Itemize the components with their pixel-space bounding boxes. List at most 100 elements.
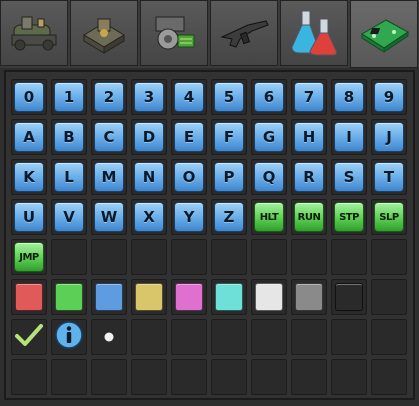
slot[interactable]: A [11,119,47,155]
slot[interactable]: JMP [11,239,47,275]
signal-letter-y[interactable]: Y [174,202,204,232]
signal-color-white[interactable] [255,283,283,311]
tab-intermediate[interactable] [140,0,208,66]
slot[interactable]: O [171,159,207,195]
slot[interactable]: X [131,199,167,235]
slot[interactable]: STP [331,199,367,235]
signal-letter-e[interactable]: E [174,122,204,152]
slot[interactable]: 7 [291,79,327,115]
dot-icon[interactable] [103,328,115,347]
signal-letter-d[interactable]: D [134,122,164,152]
slot[interactable] [11,279,47,315]
signal-letter-o[interactable]: O [174,162,204,192]
tab-logistics[interactable] [0,0,68,66]
slot[interactable] [171,279,207,315]
signal-letter-g[interactable]: G [254,122,284,152]
signal-letter-q[interactable]: Q [254,162,284,192]
slot[interactable]: 3 [131,79,167,115]
slot[interactable] [211,279,247,315]
slot[interactable] [131,279,167,315]
signal-command-stp[interactable]: STP [334,202,364,232]
slot[interactable]: V [51,199,87,235]
signal-digit-7[interactable]: 7 [294,82,324,112]
signal-letter-v[interactable]: V [54,202,84,232]
slot[interactable] [91,279,127,315]
slot[interactable]: P [211,159,247,195]
signal-color-grey[interactable] [295,283,323,311]
slot[interactable] [91,319,127,355]
signal-command-hlt[interactable]: HLT [254,202,284,232]
tab-signals[interactable] [350,0,418,68]
signal-command-slp[interactable]: SLP [374,202,404,232]
signal-letter-l[interactable]: L [54,162,84,192]
slot[interactable]: 1 [51,79,87,115]
signal-digit-9[interactable]: 9 [374,82,404,112]
signal-letter-f[interactable]: F [214,122,244,152]
slot[interactable]: RUN [291,199,327,235]
slot[interactable] [251,279,287,315]
signal-color-yellow[interactable] [135,283,163,311]
slot[interactable]: S [331,159,367,195]
slot[interactable]: J [371,119,407,155]
slot[interactable]: H [291,119,327,155]
signal-letter-s[interactable]: S [334,162,364,192]
slot[interactable]: R [291,159,327,195]
slot[interactable]: K [11,159,47,195]
signal-color-blue[interactable] [95,283,123,311]
signal-letter-u[interactable]: U [14,202,44,232]
slot[interactable]: F [211,119,247,155]
signal-digit-4[interactable]: 4 [174,82,204,112]
signal-digit-1[interactable]: 1 [54,82,84,112]
signal-command-jmp[interactable]: JMP [14,242,44,272]
signal-color-black[interactable] [335,283,363,311]
slot[interactable]: 6 [251,79,287,115]
signal-letter-c[interactable]: C [94,122,124,152]
slot[interactable] [51,319,87,355]
signal-letter-b[interactable]: B [54,122,84,152]
slot[interactable]: 9 [371,79,407,115]
slot[interactable]: G [251,119,287,155]
slot[interactable]: E [171,119,207,155]
slot[interactable]: 0 [11,79,47,115]
slot[interactable]: 4 [171,79,207,115]
slot[interactable] [331,279,367,315]
signal-letter-t[interactable]: T [374,162,404,192]
slot[interactable]: T [371,159,407,195]
slot[interactable] [51,279,87,315]
slot[interactable]: W [91,199,127,235]
slot[interactable]: SLP [371,199,407,235]
slot[interactable]: D [131,119,167,155]
tab-science[interactable] [280,0,348,66]
signal-digit-5[interactable]: 5 [214,82,244,112]
signal-letter-w[interactable]: W [94,202,124,232]
slot[interactable]: 8 [331,79,367,115]
signal-letter-a[interactable]: A [14,122,44,152]
check-icon[interactable] [14,322,44,352]
slot[interactable]: C [91,119,127,155]
tab-combat[interactable] [210,0,278,66]
signal-letter-n[interactable]: N [134,162,164,192]
slot[interactable]: 2 [91,79,127,115]
slot[interactable]: N [131,159,167,195]
signal-digit-8[interactable]: 8 [334,82,364,112]
slot[interactable]: M [91,159,127,195]
slot[interactable]: I [331,119,367,155]
slot[interactable]: B [51,119,87,155]
signal-digit-3[interactable]: 3 [134,82,164,112]
signal-letter-m[interactable]: M [94,162,124,192]
signal-letter-k[interactable]: K [14,162,44,192]
signal-color-red[interactable] [15,283,43,311]
signal-color-cyan[interactable] [215,283,243,311]
slot[interactable]: Z [211,199,247,235]
slot[interactable]: L [51,159,87,195]
signal-letter-p[interactable]: P [214,162,244,192]
signal-digit-2[interactable]: 2 [94,82,124,112]
signal-letter-i[interactable]: I [334,122,364,152]
slot[interactable] [291,279,327,315]
slot[interactable]: Q [251,159,287,195]
info-icon[interactable] [54,320,84,354]
signal-letter-j[interactable]: J [374,122,404,152]
signal-letter-r[interactable]: R [294,162,324,192]
slot[interactable]: HLT [251,199,287,235]
slot[interactable] [11,319,47,355]
